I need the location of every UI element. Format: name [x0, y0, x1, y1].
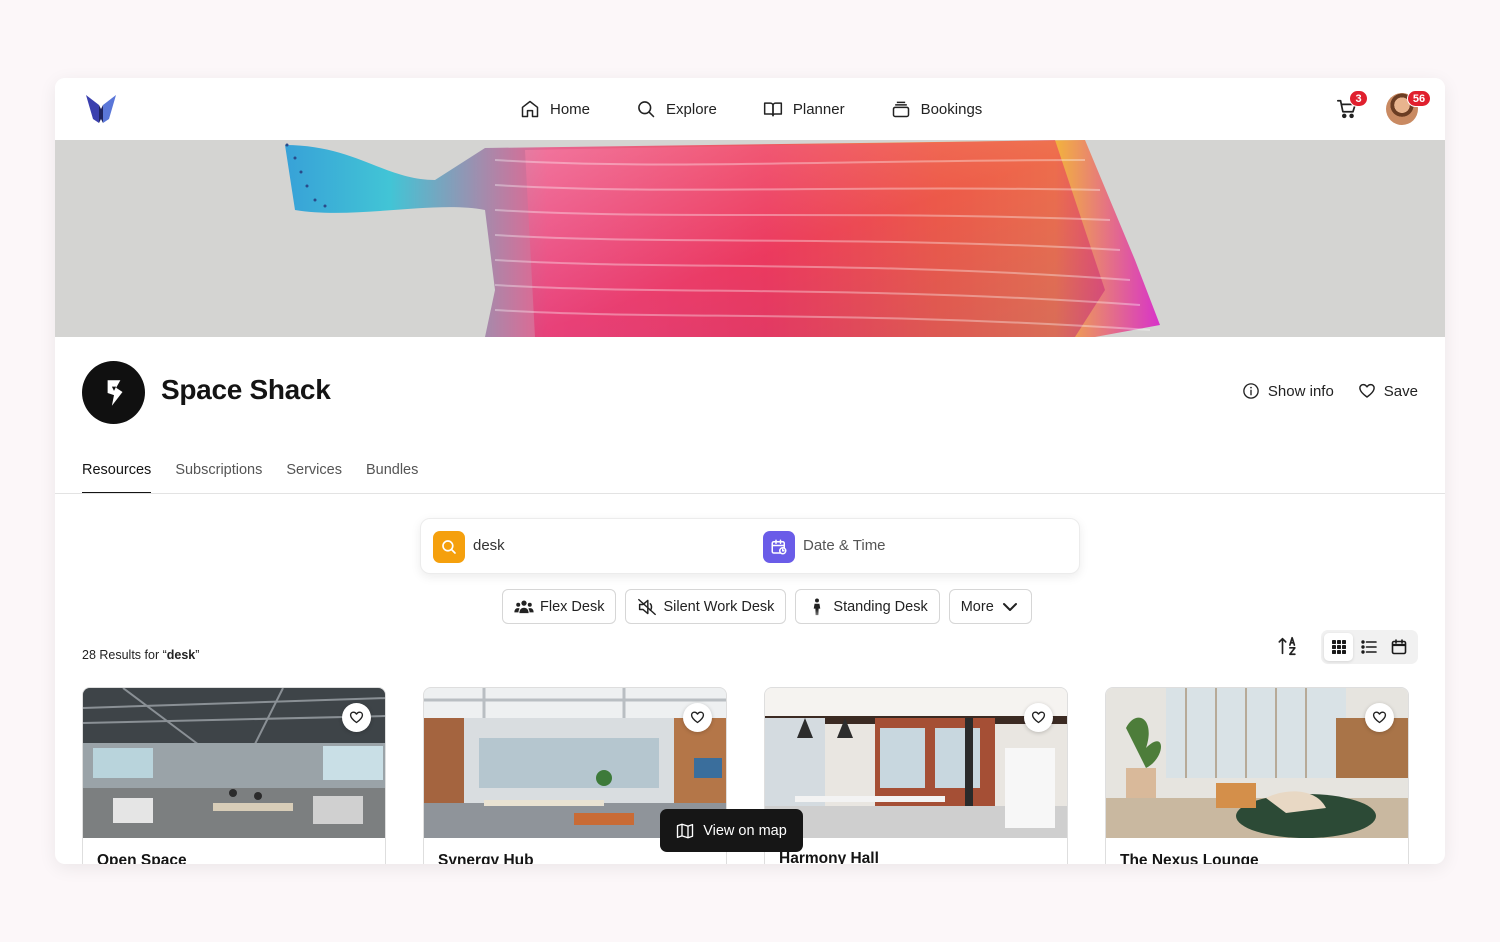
nav-home[interactable]: Home [520, 96, 590, 122]
view-toggle [1321, 630, 1418, 664]
sort-az-icon[interactable] [1277, 635, 1299, 657]
nav-bookings-label: Bookings [920, 100, 983, 118]
resource-card-the-nexus-lounge[interactable]: The Nexus Lounge [1105, 687, 1409, 864]
chip-silent-work-desk-label: Silent Work Desk [663, 598, 775, 615]
app-window: Home Explore Planner Bookings 3 56 Space… [55, 78, 1445, 864]
card-title: Harmony Hall [779, 850, 879, 864]
resource-card-open-space[interactable]: Open Space [82, 687, 386, 864]
chip-flex-desk[interactable]: Flex Desk [502, 589, 617, 624]
cart-count-badge: 3 [1349, 90, 1368, 107]
notification-count-badge: 56 [1407, 90, 1431, 107]
section-tabs: Resources Subscriptions Services Bundles [82, 462, 418, 494]
chip-more[interactable]: More [948, 589, 1032, 624]
org-logo-mark [107, 379, 122, 406]
nav-explore-label: Explore [666, 100, 717, 118]
tab-resources[interactable]: Resources [82, 462, 152, 494]
org-name: Space Shack [161, 374, 331, 405]
list-icon [1361, 640, 1377, 654]
chip-more-label: More [960, 598, 994, 615]
save-label: Save [1383, 382, 1418, 400]
tab-subscriptions[interactable]: Subscriptions [175, 462, 262, 494]
filter-chips: Flex Desk Silent Work Desk Standing Desk… [502, 589, 1032, 624]
view-on-map-button[interactable]: View on map [660, 809, 803, 852]
map-icon [677, 823, 694, 838]
heart-icon [1358, 383, 1375, 398]
results-prefix: 28 Results for “ [82, 648, 167, 662]
card-title: Open Space [97, 852, 187, 864]
heart-icon [690, 711, 705, 724]
nav-bookings[interactable]: Bookings [891, 96, 983, 122]
heart-icon [349, 711, 364, 724]
results-query: desk [166, 648, 196, 662]
chip-silent-work-desk[interactable]: Silent Work Desk [625, 589, 787, 624]
nav-explore[interactable]: Explore [636, 96, 717, 122]
card-image [765, 688, 1067, 838]
chip-standing-desk-label: Standing Desk [833, 598, 928, 615]
favorite-button[interactable] [683, 703, 712, 732]
favorite-button[interactable] [342, 703, 371, 732]
org-logo [82, 361, 145, 424]
date-time-button[interactable] [763, 531, 795, 563]
office-photo [765, 688, 1067, 838]
show-info-button[interactable]: Show info [1242, 382, 1334, 400]
nav-planner[interactable]: Planner [763, 96, 845, 122]
calendar-clock-icon [771, 539, 787, 555]
book-icon [763, 102, 782, 117]
save-button[interactable]: Save [1358, 382, 1418, 400]
calendar-view-button[interactable] [1385, 633, 1414, 661]
calendar-icon [1392, 639, 1407, 655]
heart-icon [1372, 711, 1387, 724]
brand-logo[interactable] [85, 93, 117, 125]
nav-planner-label: Planner [792, 100, 845, 118]
search-button[interactable] [433, 531, 465, 563]
grid-view-button[interactable] [1324, 633, 1354, 661]
info-icon [1243, 383, 1259, 399]
show-info-label: Show info [1267, 382, 1334, 400]
search-icon [638, 101, 655, 118]
list-view-button[interactable] [1354, 633, 1383, 661]
date-time-field[interactable]: Date & Time [803, 537, 886, 554]
chip-standing-desk[interactable]: Standing Desk [795, 589, 940, 624]
tab-services[interactable]: Services [286, 462, 342, 494]
home-icon [521, 100, 539, 118]
standing-person-icon [814, 597, 821, 615]
grid-icon [1331, 640, 1346, 654]
nav-links: Home Explore Planner Bookings [520, 96, 1028, 122]
tabs-divider [55, 493, 1445, 494]
chip-flex-desk-label: Flex Desk [540, 598, 605, 615]
resource-card-harmony-hall[interactable]: Harmony Hall [764, 687, 1068, 864]
favorite-button[interactable] [1365, 703, 1394, 732]
mute-icon [638, 598, 657, 615]
favorite-button[interactable] [1024, 703, 1053, 732]
office-photo [1106, 688, 1408, 838]
nav-home-label: Home [550, 100, 591, 118]
org-actions: Show info Save [1242, 382, 1418, 400]
card-image [1106, 688, 1408, 838]
tab-bundles[interactable]: Bundles [366, 462, 418, 494]
cover-banner [55, 140, 1445, 337]
card-title: The Nexus Lounge [1120, 852, 1259, 864]
heart-icon [1031, 711, 1046, 724]
office-photo [83, 688, 385, 838]
search-input[interactable]: desk [473, 537, 505, 554]
card-title: Synergy Hub [438, 852, 534, 864]
search-icon [442, 540, 456, 554]
banner-artwork [285, 140, 1160, 337]
people-icon [514, 600, 534, 613]
search-bar: desk Date & Time [420, 518, 1080, 574]
card-image [83, 688, 385, 838]
results-count: 28 Results for “desk” [82, 648, 199, 662]
view-on-map-label: View on map [703, 822, 787, 839]
chevron-down-icon [1002, 602, 1017, 611]
top-nav: Home Explore Planner Bookings 3 56 [55, 78, 1445, 140]
results-suffix: ” [195, 648, 200, 662]
stack-icon [892, 101, 909, 118]
